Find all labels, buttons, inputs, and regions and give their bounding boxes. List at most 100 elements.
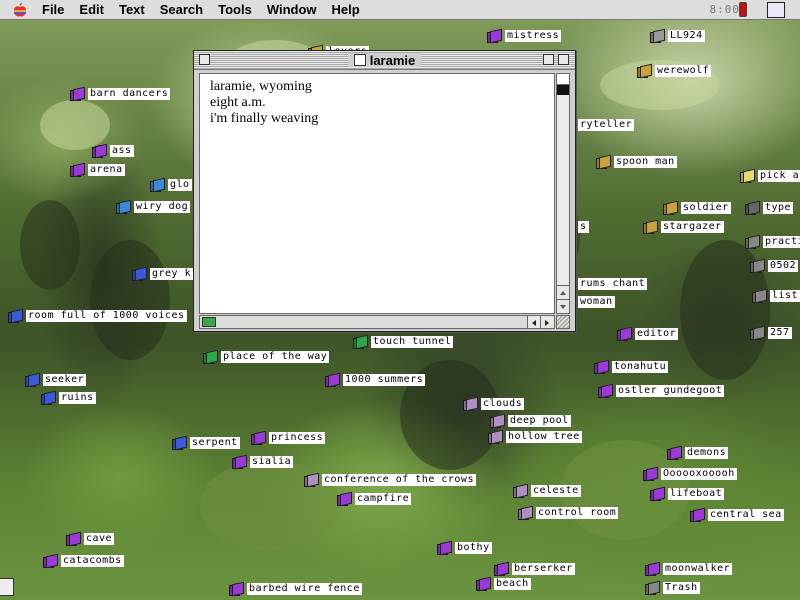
desktop-icon[interactable]: beach	[476, 576, 531, 592]
folder-icon	[745, 234, 760, 249]
folder-icon	[132, 266, 147, 281]
desktop-icon[interactable]: place of the way	[203, 349, 330, 365]
vertical-scrollbar[interactable]	[556, 73, 570, 314]
folder-icon	[232, 454, 247, 469]
desktop-icon-label: cave	[84, 533, 115, 545]
desktop-icon[interactable]: practi	[745, 234, 800, 250]
horizontal-scroll-thumb[interactable]	[202, 317, 216, 327]
desktop-icon[interactable]: deep pool	[490, 413, 571, 429]
desktop-icon[interactable]: ass	[92, 143, 134, 159]
apple-menu-icon[interactable]	[12, 2, 28, 18]
desktop-icon[interactable]: control room	[518, 505, 619, 521]
desktop-icon[interactable]: princess	[251, 430, 326, 446]
desktop-icon-label: room full of 1000 voices	[26, 310, 187, 322]
desktop-icon[interactable]: pick a	[740, 168, 800, 184]
desktop-icon[interactable]: barbed wire fence	[229, 581, 362, 597]
menu-help[interactable]: Help	[332, 2, 360, 17]
desktop-icon[interactable]: 0502	[750, 258, 799, 274]
folder-icon	[251, 430, 266, 445]
desktop-icon[interactable]: grey k	[132, 266, 194, 282]
desktop-icon[interactable]: bothy	[437, 540, 492, 556]
scroll-down-arrow-icon[interactable]	[557, 299, 569, 313]
desktop-icon[interactable]: sialia	[232, 454, 294, 470]
desktop-icon[interactable]: type	[745, 200, 794, 216]
desktop-icon[interactable]: barn dancers	[70, 86, 171, 102]
battery-icon[interactable]	[739, 2, 747, 17]
folder-icon	[637, 63, 652, 78]
desktop-icon[interactable]: list	[752, 288, 800, 304]
desktop-icon[interactable]: editor	[617, 326, 679, 342]
desktop-icon[interactable]: room full of 1000 voices	[8, 308, 187, 324]
folder-icon	[488, 429, 503, 444]
desktop-icon[interactable]: werewolf	[637, 63, 712, 79]
desktop-icon[interactable]: serpent	[172, 435, 240, 451]
application-menu-icon[interactable]	[767, 2, 785, 18]
desktop-icon[interactable]: spoon man	[596, 154, 677, 170]
desktop-icon[interactable]: 1000 summers	[325, 372, 426, 388]
menu-text[interactable]: Text	[119, 2, 145, 17]
menu-tools[interactable]: Tools	[218, 2, 252, 17]
menu-file[interactable]: File	[42, 2, 64, 17]
desktop-icon-label: ruins	[59, 392, 96, 404]
desktop-icon-label: catacombs	[61, 555, 124, 567]
desktop-icon[interactable]: 257	[750, 325, 792, 341]
desktop-icon[interactable]: wiry dog	[116, 199, 191, 215]
desktop-icon[interactable]: cave	[66, 531, 115, 547]
desktop-icon[interactable]: ruins	[41, 390, 96, 406]
folder-icon	[487, 28, 502, 43]
folder-icon	[667, 445, 682, 460]
desktop-icon[interactable]: campfire	[337, 491, 412, 507]
desktop-icon-label: list	[770, 290, 800, 302]
desktop-icon[interactable]: berserker	[494, 561, 575, 577]
scroll-left-arrow-icon[interactable]	[527, 316, 541, 328]
menu-edit[interactable]: Edit	[79, 2, 104, 17]
text-line: i'm finally weaving	[210, 111, 319, 126]
disk-icon[interactable]	[0, 578, 14, 596]
folder-icon	[437, 540, 452, 555]
window-title: laramie	[369, 52, 416, 68]
scroll-up-arrow-icon[interactable]	[557, 285, 569, 299]
grow-box-icon[interactable]	[556, 315, 570, 329]
desktop-icon[interactable]: clouds	[463, 396, 525, 412]
desktop-icon[interactable]: central sea	[690, 507, 784, 523]
desktop-icon[interactable]: touch tunnel	[353, 334, 454, 350]
folder-icon	[643, 219, 658, 234]
desktop-icon-label: barbed wire fence	[247, 583, 362, 595]
folder-icon	[494, 561, 509, 576]
desktop-icon[interactable]: seeker	[25, 372, 87, 388]
desktop-icon[interactable]: tonahutu	[594, 359, 669, 375]
scroll-top-marker[interactable]	[557, 74, 569, 85]
desktop-icon[interactable]: arena	[70, 162, 125, 178]
desktop-icon-label: celeste	[531, 485, 581, 497]
menu-search[interactable]: Search	[160, 2, 203, 17]
folder-icon	[476, 576, 491, 591]
menu-window[interactable]: Window	[267, 2, 317, 17]
desktop-icon[interactable]: lifeboat	[650, 486, 725, 502]
folder-icon	[740, 168, 755, 183]
desktop-icon[interactable]: hollow tree	[488, 429, 582, 445]
desktop-icon[interactable]: soldier	[663, 200, 731, 216]
window-title-bar[interactable]: laramie	[194, 51, 575, 70]
desktop-icon[interactable]: ostler gundegoot	[598, 383, 725, 399]
desktop-icon-label: glo	[168, 179, 192, 191]
text-area[interactable]: laramie, wyoming eight a.m. i'm finally …	[199, 73, 555, 314]
desktop-icon[interactable]: moonwalker	[645, 561, 733, 577]
desktop-icon[interactable]: Oooooxooooh	[643, 466, 737, 482]
desktop-icon[interactable]: Trash	[645, 580, 700, 596]
desktop-icon[interactable]: conference of the crows	[304, 472, 476, 488]
desktop-icon[interactable]: stargazer	[643, 219, 724, 235]
desktop-icon[interactable]: celeste	[513, 483, 581, 499]
scroll-right-arrow-icon[interactable]	[540, 316, 554, 328]
folder-icon	[643, 466, 658, 481]
desktop-icon[interactable]: glo	[150, 177, 192, 193]
desktop-icon[interactable]: catacombs	[43, 553, 124, 569]
desktop-icon[interactable]: LL924	[650, 28, 705, 44]
horizontal-scrollbar[interactable]	[199, 315, 555, 329]
vertical-scroll-thumb[interactable]	[557, 85, 569, 95]
text-line: laramie, wyoming	[210, 79, 312, 94]
desktop-icon[interactable]: mistress	[487, 28, 562, 44]
menubar-clock[interactable]: 8:00	[710, 3, 741, 16]
document-proxy-icon[interactable]	[353, 54, 366, 66]
folder-icon	[463, 396, 478, 411]
desktop-icon[interactable]: demons	[667, 445, 729, 461]
